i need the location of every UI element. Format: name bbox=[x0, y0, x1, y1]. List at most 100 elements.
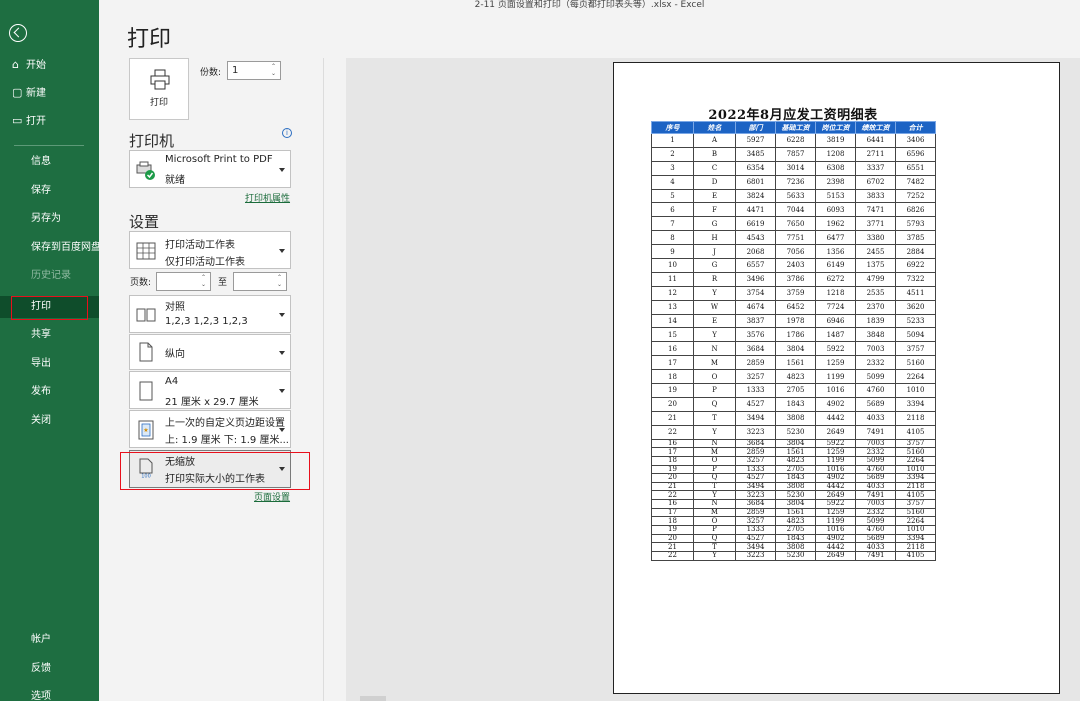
nav-save[interactable]: 保存 bbox=[0, 180, 99, 202]
table-cell: M bbox=[693, 447, 736, 457]
table-cell: 15 bbox=[651, 327, 694, 343]
pages-to-input[interactable]: ⌃ ⌄ bbox=[233, 272, 287, 291]
table-cell: 7724 bbox=[815, 299, 856, 315]
table-cell: 3380 bbox=[855, 230, 896, 246]
table-cell: 16 bbox=[651, 438, 694, 449]
table-cell: 5153 bbox=[815, 188, 856, 204]
table-cell: 7236 bbox=[775, 174, 816, 190]
table-cell: 2068 bbox=[735, 244, 776, 260]
table-cell: 5160 bbox=[895, 355, 936, 371]
backstage-sidebar: ⌂ 开始 ▢ 新建 ▭ 打开 信息 保存 另存为 保存到百度网盘 历史记录 打印 共享… bbox=[0, 0, 101, 701]
table-row: 10 G 6557 2403 6149 1375 6922 bbox=[651, 258, 936, 273]
table-row: 12 Y 3754 3759 1218 2535 4511 bbox=[651, 285, 936, 301]
table-cell: 1199 bbox=[815, 455, 856, 466]
table-header-cell: 绩效工资 bbox=[855, 121, 896, 134]
info-icon[interactable]: i bbox=[282, 128, 292, 138]
table-cell: 4527 bbox=[735, 533, 776, 544]
printer-dropdown[interactable]: Microsoft Print to PDF 就绪 bbox=[129, 150, 291, 188]
table-cell: 1356 bbox=[815, 244, 856, 260]
table-cell: 3394 bbox=[895, 396, 936, 412]
table-cell: 17 bbox=[651, 507, 694, 518]
table-cell: 3786 bbox=[775, 271, 816, 287]
margins-line1: 上一次的自定义页边距设置 bbox=[165, 418, 285, 429]
table-cell: 3494 bbox=[735, 542, 776, 552]
table-cell: 5230 bbox=[775, 490, 816, 501]
table-cell: 13 bbox=[651, 299, 694, 315]
chevron-down-icon bbox=[279, 168, 285, 172]
nav-print[interactable]: 打印 bbox=[0, 296, 99, 320]
table-row: 4 D 6801 7236 2398 6702 7482 bbox=[651, 174, 936, 190]
copies-stepper[interactable]: 1 ⌃ ⌄ bbox=[227, 61, 281, 80]
nav-history[interactable]: 历史记录 bbox=[0, 265, 99, 287]
table-cell: H bbox=[693, 230, 736, 246]
nav-account[interactable]: 帐户 bbox=[0, 629, 99, 651]
table-cell: 4511 bbox=[895, 285, 936, 301]
nav-share[interactable]: 共享 bbox=[0, 324, 99, 346]
table-cell: 1978 bbox=[775, 313, 816, 329]
nav-options[interactable]: 选项 bbox=[0, 686, 99, 701]
table-cell: 3833 bbox=[855, 188, 896, 204]
nav-export[interactable]: 导出 bbox=[0, 353, 99, 375]
table-cell: 4033 bbox=[855, 481, 896, 492]
table-cell: 6 bbox=[651, 202, 694, 218]
table-cell: 3837 bbox=[735, 313, 776, 329]
nav-close[interactable]: 关闭 bbox=[0, 410, 99, 432]
pages-from-input[interactable]: ⌃ ⌄ bbox=[156, 272, 211, 291]
table-row: 22 Y 3223 5230 2649 7491 4105 bbox=[651, 550, 936, 561]
nav-info[interactable]: 信息 bbox=[0, 151, 99, 173]
table-row: 17 M 2859 1561 1259 2332 5160 bbox=[651, 447, 936, 457]
collate-dropdown[interactable]: 对照 1,2,3 1,2,3 1,2,3 bbox=[129, 295, 291, 333]
table-cell: 3808 bbox=[775, 410, 816, 426]
stepper-arrows-icon[interactable]: ⌃ ⌄ bbox=[199, 274, 208, 289]
preview-scrollbar[interactable] bbox=[360, 696, 386, 701]
orientation-dropdown[interactable]: 纵向 bbox=[129, 334, 291, 370]
table-cell: 3684 bbox=[735, 341, 776, 357]
table-cell: 3771 bbox=[855, 216, 896, 232]
print-button[interactable]: 打印 bbox=[129, 58, 189, 120]
table-cell: 5230 bbox=[775, 424, 816, 440]
table-cell: 20 bbox=[651, 396, 694, 412]
nav-open[interactable]: ▭ 打开 bbox=[0, 110, 99, 132]
paper-size-dropdown[interactable]: A4 21 厘米 x 29.7 厘米 bbox=[129, 371, 291, 409]
print-button-label: 打印 bbox=[149, 98, 168, 108]
table-cell: 2859 bbox=[735, 507, 776, 518]
nav-save-to-baidu[interactable]: 保存到百度网盘 bbox=[0, 237, 101, 259]
table-row: 18 O 3257 4823 1199 5099 2264 bbox=[651, 516, 936, 526]
table-cell: 7471 bbox=[855, 202, 896, 218]
table-row: 16 N 3684 3804 5922 7003 3757 bbox=[651, 438, 936, 449]
table-cell: 5793 bbox=[895, 216, 936, 232]
home-icon: ⌂ bbox=[12, 58, 19, 71]
table-cell: M bbox=[693, 355, 736, 371]
print-what-dropdown[interactable]: 打印活动工作表 仅打印活动工作表 bbox=[129, 231, 291, 269]
table-row: 8 H 4543 7751 6477 3380 3785 bbox=[651, 230, 936, 246]
table-row: 9 J 2068 7056 1356 2455 2884 bbox=[651, 244, 936, 260]
table-cell: P bbox=[693, 464, 736, 475]
table-cell: 4033 bbox=[855, 410, 896, 426]
scaling-dropdown[interactable]: 100 无缩放 打印实际大小的工作表 bbox=[129, 450, 291, 488]
nav-save-as[interactable]: 另存为 bbox=[0, 208, 99, 230]
table-cell: R bbox=[693, 271, 736, 287]
page-setup-link[interactable]: 页面设置 bbox=[254, 490, 290, 503]
table-cell: 2370 bbox=[855, 299, 896, 315]
nav-feedback[interactable]: 反馈 bbox=[0, 658, 99, 680]
table-cell: 6946 bbox=[815, 313, 856, 329]
table-header-cell: 基础工资 bbox=[775, 121, 816, 134]
nav-publish[interactable]: 发布 bbox=[0, 381, 99, 403]
back-arrow-icon[interactable] bbox=[9, 24, 27, 42]
table-cell: 1218 bbox=[815, 285, 856, 301]
pane-divider bbox=[323, 58, 324, 701]
stepper-arrows-icon[interactable]: ⌃ ⌄ bbox=[269, 63, 278, 78]
table-cell: E bbox=[693, 188, 736, 204]
salary-table: 序号 姓名 部门 基础工资 岗位工资 绩效工资 合计 1 A 5927 6228 381… bbox=[651, 121, 936, 561]
table-cell: 18 bbox=[651, 455, 694, 466]
table-cell: 1333 bbox=[735, 383, 776, 398]
table-cell: 7 bbox=[651, 216, 694, 232]
nav-home[interactable]: ⌂ 开始 bbox=[0, 54, 99, 76]
table-header-cell: 序号 bbox=[651, 121, 694, 134]
table-cell: 1010 bbox=[895, 525, 936, 535]
table-cell: 1208 bbox=[815, 146, 856, 162]
stepper-arrows-icon[interactable]: ⌃ ⌄ bbox=[275, 274, 284, 289]
printer-properties-link[interactable]: 打印机属性 bbox=[245, 191, 290, 204]
nav-new[interactable]: ▢ 新建 bbox=[0, 82, 99, 104]
margins-dropdown[interactable]: ★ 上一次的自定义页边距设置 上: 1.9 厘米 下: 1.9 厘米... bbox=[129, 410, 291, 448]
